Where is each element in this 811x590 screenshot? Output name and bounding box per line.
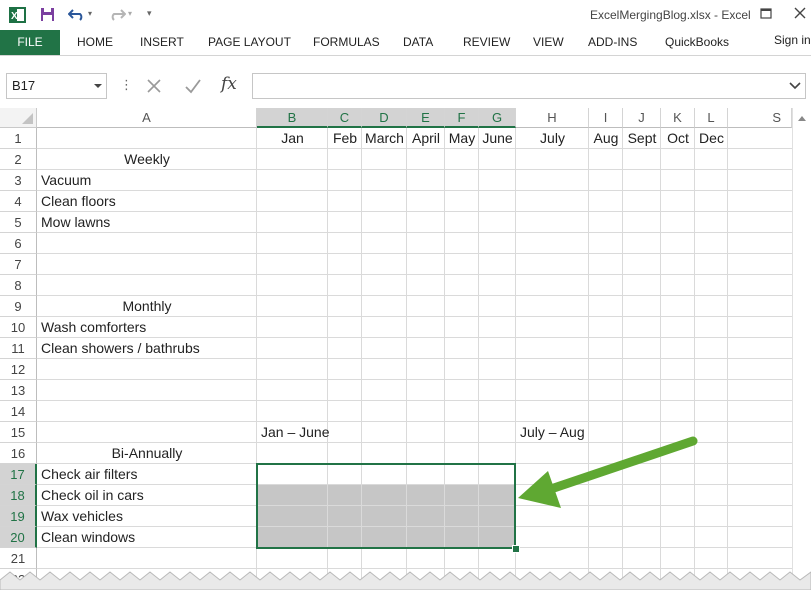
formula-input[interactable] — [252, 73, 806, 99]
formula-buttons: fx — [134, 73, 252, 99]
title-bar: X ▾ ▾ ▾ ExcelMergingBlog.xlsx - Excel — [0, 0, 811, 30]
redo-dropdown-icon[interactable]: ▾ — [128, 9, 132, 18]
restore-icon[interactable] — [759, 6, 773, 20]
close-icon[interactable] — [793, 6, 807, 20]
svg-text:X: X — [11, 11, 18, 22]
ribbon-tabs: FILE HOME INSERT PAGE LAYOUT FORMULAS DA… — [0, 30, 811, 55]
undo-icon[interactable] — [68, 7, 86, 21]
tab-page-layout[interactable]: PAGE LAYOUT — [208, 35, 291, 49]
tab-review[interactable]: REVIEW — [463, 35, 510, 49]
insert-function-icon[interactable]: fx — [221, 74, 237, 94]
tab-insert[interactable]: INSERT — [140, 35, 184, 49]
tab-formulas[interactable]: FORMULAS — [313, 35, 380, 49]
cancel-entry-icon[interactable] — [146, 78, 162, 94]
name-box-value: B17 — [12, 78, 36, 93]
formula-bar: B17 ⋮ fx — [0, 55, 811, 109]
undo-dropdown-icon[interactable]: ▾ — [88, 9, 92, 18]
tab-view[interactable]: VIEW — [533, 35, 564, 49]
excel-logo-icon: X — [9, 7, 26, 23]
torn-edge — [0, 571, 811, 590]
customize-qat-icon[interactable]: ▾ — [147, 8, 152, 19]
expand-formula-bar-icon[interactable] — [789, 82, 801, 90]
tab-data[interactable]: DATA — [403, 35, 433, 49]
window-title: ExcelMergingBlog.xlsx - Excel — [590, 8, 751, 22]
confirm-entry-icon[interactable] — [184, 78, 202, 94]
name-box[interactable]: B17 — [6, 73, 107, 99]
save-icon[interactable] — [40, 7, 55, 22]
annotation-arrow-icon — [518, 436, 698, 508]
tab-quickbooks[interactable]: QuickBooks — [665, 35, 729, 49]
redo-icon[interactable] — [108, 7, 126, 21]
name-box-dropdown-icon[interactable] — [94, 84, 102, 88]
worksheet-grid[interactable]: A B C D E F G H I J K L S 1 2 3 4 5 6 7 … — [0, 108, 811, 590]
more-options-icon[interactable]: ⋮ — [120, 77, 133, 93]
tab-file[interactable]: FILE — [0, 30, 60, 55]
tab-add-ins[interactable]: ADD-INS — [588, 35, 637, 49]
sign-in-link[interactable]: Sign in — [774, 33, 811, 47]
tab-home[interactable]: HOME — [77, 35, 113, 49]
